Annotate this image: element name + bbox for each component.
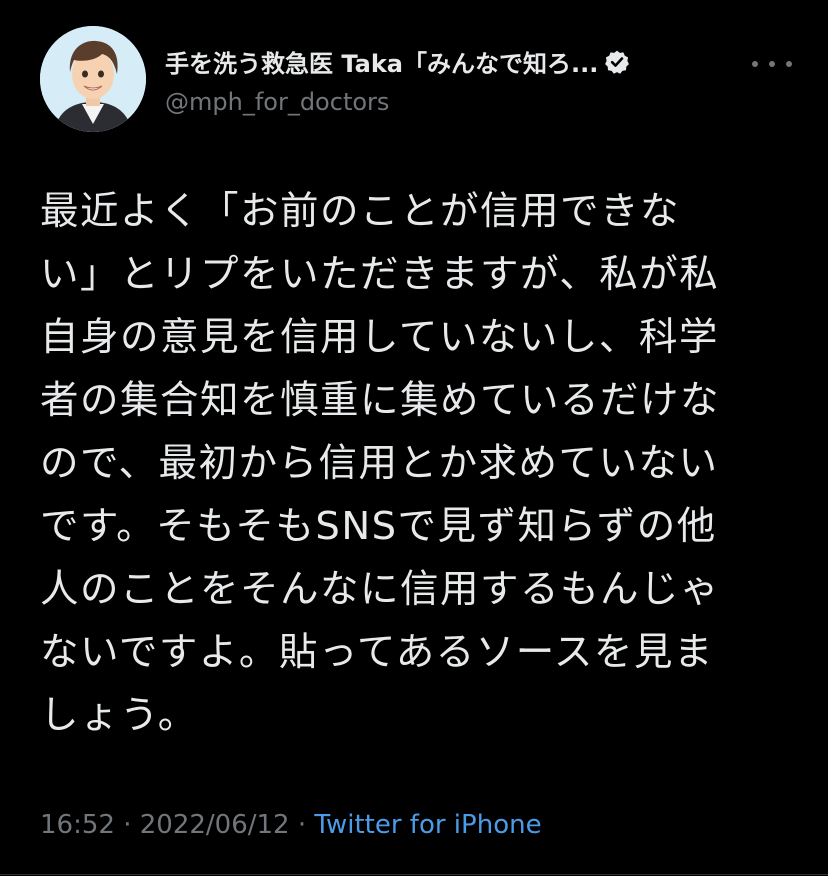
tweet-source-link[interactable]: Twitter for iPhone xyxy=(314,810,541,840)
tweet-text-line: 最近よく「お前のことが信用できな xyxy=(40,189,681,234)
display-name[interactable]: 手を洗う救急医 Taka「みんなで知ろ... xyxy=(165,44,598,79)
tweet-text-line: 者の集合知を慎重に集めているだけな xyxy=(40,378,721,423)
verified-badge-icon xyxy=(604,49,630,75)
meta-separator: · xyxy=(297,810,307,840)
tweet-header: 手を洗う救急医 Taka「みんなで知ろ... @mph_for_doctors xyxy=(40,26,800,136)
tweet-text-line: です。そもそもSNSで見ず知らずの他 xyxy=(40,504,717,549)
tweet-text-line: 人のことをそんなに信用するもんじゃ xyxy=(40,567,721,612)
divider xyxy=(0,874,828,875)
tweet-meta: 16:52 · 2022/06/12 · Twitter for iPhone xyxy=(40,810,542,840)
display-name-row: 手を洗う救急医 Taka「みんなで知ろ... xyxy=(165,44,705,79)
tweet-text-line: ないですよ。貼ってあるソースを見ま xyxy=(40,630,714,675)
tweet-text-line: い」とリプをいただきますが、私が私 xyxy=(40,252,720,297)
tweet-date[interactable]: 2022/06/12 xyxy=(140,810,290,840)
tweet-text: 最近よく「お前のことが信用できな い」とリプをいただきますが、私が私 自身の意見… xyxy=(40,180,800,747)
avatar-illustration xyxy=(40,26,146,132)
more-dot xyxy=(752,61,758,67)
more-dot xyxy=(769,61,775,67)
tweet-text-line: しょう。 xyxy=(40,693,198,738)
tweet: 手を洗う救急医 Taka「みんなで知ろ... @mph_for_doctors … xyxy=(0,0,828,876)
more-dot xyxy=(786,61,792,67)
tweet-text-line: 自身の意見を信用していないし、科学 xyxy=(40,315,719,360)
tweet-text-line: ので、最初から信用とか求めていない xyxy=(40,441,719,486)
handle[interactable]: @mph_for_doctors xyxy=(165,88,705,116)
more-horizontal-icon[interactable] xyxy=(752,54,792,74)
author-block: 手を洗う救急医 Taka「みんなで知ろ... @mph_for_doctors xyxy=(165,44,705,116)
avatar[interactable] xyxy=(40,26,146,132)
meta-separator: · xyxy=(123,810,132,840)
tweet-time[interactable]: 16:52 xyxy=(40,810,115,840)
